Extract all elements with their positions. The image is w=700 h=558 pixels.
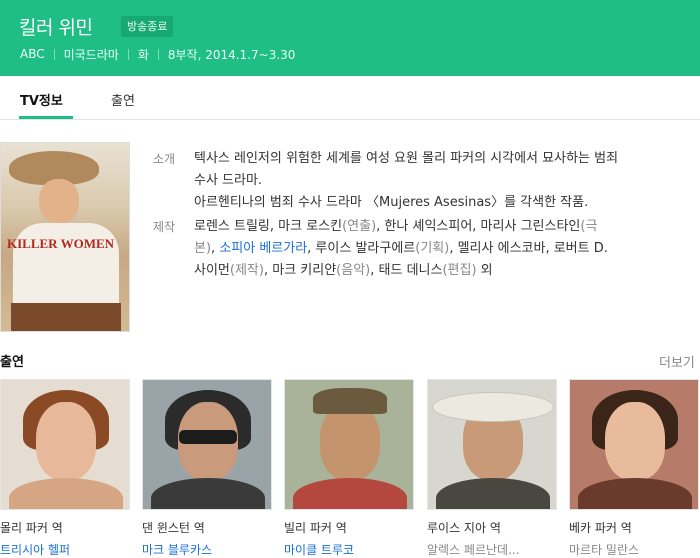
production-line: 로렌스 트릴링, 마크 로스킨(연출), 한나 셰익스피어, 마리사 그린스타인… [194, 216, 693, 238]
crew-role: (연출) [342, 219, 377, 234]
cast-role: 빌리 파커 역 [284, 521, 347, 535]
crew-etc: 외 [476, 263, 493, 278]
photo-shoulder [151, 478, 265, 509]
program-title[interactable]: 킬러 위민 [19, 13, 93, 40]
poster-title-text: KILLER WOMEN [7, 236, 115, 251]
meta-episodes-dates: 8부작, 2014.1.7~3.30 [167, 47, 296, 62]
cast-role: 댄 윈스턴 역 [142, 521, 205, 535]
actor-photo[interactable] [569, 379, 699, 510]
meta-divider [157, 48, 159, 60]
production-row: 제작 로렌스 트릴링, 마크 로스킨(연출), 한나 셰익스피어, 마리사 그린… [153, 216, 693, 282]
crew-names: , 한나 셰익스피어, 마리사 그린스타인 [376, 219, 581, 234]
cast-actor-link[interactable]: 마크 블루카스 [142, 541, 212, 558]
crew-names: , 태드 데니스 [370, 263, 443, 278]
meta-airday: 화 [137, 47, 149, 62]
crew-role: (극 [580, 219, 598, 234]
cast-actor-name[interactable]: 알렉스 페르난데... [427, 541, 520, 558]
cast-card[interactable]: 루이스 지아 역 알렉스 페르난데... [427, 379, 557, 558]
actor-photo[interactable] [284, 379, 414, 510]
cast-list: 몰리 파커 역 트리시아 헬퍼 댄 윈스턴 역 마크 블루카스 빌리 파커 역 … [0, 379, 700, 558]
cast-heading: 출연 [0, 355, 24, 370]
production-line: 사이먼(제작), 마크 키리얀(음악), 태드 데니스(편집) 외 [194, 260, 693, 282]
intro-line: 수사 드라마. [194, 173, 263, 188]
program-meta: ABC 미국드라마 화 8부작, 2014.1.7~3.30 [20, 46, 295, 62]
tab-bar: TV정보 출연 [0, 76, 700, 120]
cast-card[interactable]: 빌리 파커 역 마이클 트루코 [284, 379, 414, 558]
meta-genre: 미국드라마 [63, 47, 119, 62]
cast-role: 루이스 지아 역 [427, 521, 501, 535]
cast-card[interactable]: 댄 윈스턴 역 마크 블루카스 [142, 379, 272, 558]
production-label: 제작 [153, 220, 176, 234]
cast-role: 몰리 파커 역 [0, 521, 63, 535]
cast-card[interactable]: 몰리 파커 역 트리시아 헬퍼 [0, 379, 130, 558]
crew-role: (제작) [229, 263, 264, 278]
photo-face [605, 402, 665, 480]
intro-text: 텍사스 레인저의 위험한 세계를 여성 요원 몰리 파커의 시각에서 묘사하는 … [194, 148, 693, 214]
cast-role: 베카 파커 역 [569, 521, 632, 535]
crew-role: (음악) [336, 263, 371, 278]
cap-icon [313, 388, 387, 414]
cast-card[interactable]: 베카 파커 역 마르타 밀란스 [569, 379, 699, 558]
crew-names: , 멜리사 에스코바, 로버트 D. [449, 241, 608, 256]
crew-role: 본) [194, 241, 212, 256]
crew-role: (기획) [415, 241, 450, 256]
program-header: 킬러 위민 방송종료 ABC 미국드라마 화 8부작, 2014.1.7~3.3… [0, 0, 700, 76]
poster-face-shape [39, 179, 79, 223]
crew-names: 로렌스 트릴링, 마크 로스킨 [194, 219, 343, 234]
actor-photo[interactable] [142, 379, 272, 510]
program-poster[interactable]: KILLER WOMEN [0, 142, 130, 332]
status-badge: 방송종료 [121, 16, 174, 37]
crew-names: , 마크 키리얀 [263, 263, 337, 278]
poster-belt-shape [11, 303, 121, 331]
production-line: 본), 소피아 베르가라, 루이스 발라구에르(기획), 멜리사 에스코바, 로… [194, 238, 693, 260]
photo-shoulder [436, 478, 550, 509]
crew-role: (편집) [442, 263, 477, 278]
intro-label: 소개 [153, 152, 176, 166]
photo-shoulder [9, 478, 123, 509]
actor-photo[interactable] [0, 379, 130, 510]
meta-divider [127, 48, 129, 60]
cowboy-hat-icon [432, 392, 554, 422]
intro-line: 텍사스 레인저의 위험한 세계를 여성 요원 몰리 파커의 시각에서 묘사하는 … [194, 151, 619, 166]
meta-divider [53, 48, 55, 60]
sunglasses-icon [179, 430, 237, 444]
active-tab-indicator [19, 116, 73, 119]
actor-photo[interactable] [427, 379, 557, 510]
more-link[interactable]: 더보기 [659, 352, 695, 371]
tab-cast[interactable]: 출연 [111, 90, 135, 109]
photo-face [36, 402, 96, 480]
program-info: 소개 텍사스 레인저의 위험한 세계를 여성 요원 몰리 파커의 시각에서 묘사… [153, 148, 693, 284]
production-text: 로렌스 트릴링, 마크 로스킨(연출), 한나 셰익스피어, 마리사 그린스타인… [194, 216, 693, 282]
crew-names: , 루이스 발라구에르 [307, 241, 416, 256]
cast-actor-link[interactable]: 마이클 트루코 [284, 541, 354, 558]
meta-network[interactable]: ABC [20, 47, 45, 61]
intro-line: 아르헨티나의 범죄 수사 드라마 〈Mujeres Asesinas〉를 각색한… [194, 195, 589, 210]
crew-names: 사이먼 [194, 263, 230, 278]
tab-tv-info[interactable]: TV정보 [20, 90, 63, 109]
photo-shoulder [578, 478, 692, 509]
intro-row: 소개 텍사스 레인저의 위험한 세계를 여성 요원 몰리 파커의 시각에서 묘사… [153, 148, 693, 214]
cast-actor-link[interactable]: 트리시아 헬퍼 [0, 541, 70, 558]
cast-actor-name[interactable]: 마르타 밀란스 [569, 541, 639, 558]
photo-shoulder [293, 478, 407, 509]
crew-link-sofia-vergara[interactable]: 소피아 베르가라 [219, 241, 307, 256]
